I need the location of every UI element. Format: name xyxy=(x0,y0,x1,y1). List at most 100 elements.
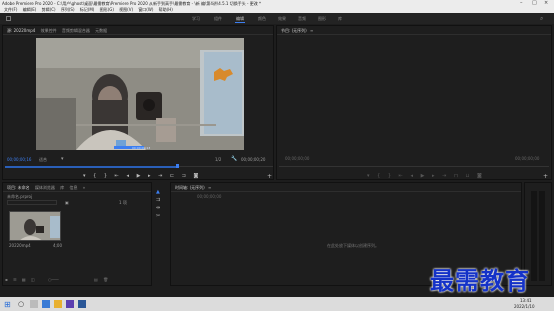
selection-tool-icon[interactable]: ▲ xyxy=(156,188,160,196)
icon-view-icon[interactable]: ▦ xyxy=(22,277,26,282)
source-playhead-timecode[interactable]: 00;00;00;16 xyxy=(7,157,31,162)
program-timecode[interactable]: 00;00;00;00 xyxy=(285,156,309,161)
tab-info[interactable]: 信息 xyxy=(69,185,77,190)
insert-icon[interactable]: ⊏ xyxy=(170,173,174,179)
tab-media-browser[interactable]: 媒体浏览器 xyxy=(35,185,55,190)
tools-panel: ▲ ⇉ ⇹ ✂ xyxy=(154,182,168,286)
menu-clip[interactable]: 剪辑(C) xyxy=(42,7,56,12)
resolution-dropdown[interactable]: 1/2 xyxy=(215,157,221,162)
program-add-marker-icon[interactable]: ▾ xyxy=(367,173,370,179)
program-add-button-icon[interactable]: + xyxy=(543,173,548,180)
program-mark-out-icon[interactable]: } xyxy=(388,173,391,179)
program-transport-controls: ▾ { } ⇤ ◂ ▶ ▸ ⇥ ⊓ ⊔ ◙ xyxy=(367,173,487,179)
zoom-fit-dropdown[interactable]: 适合 xyxy=(39,157,47,163)
workspace-audio[interactable]: 音频 xyxy=(298,13,306,24)
menu-window[interactable]: 窗口(W) xyxy=(138,7,153,12)
menu-sequence[interactable]: 序列(S) xyxy=(61,7,75,12)
project-clip-thumbnail[interactable] xyxy=(9,211,61,241)
razor-tool-icon[interactable]: ✂ xyxy=(156,212,160,220)
clip-duration: 4;00 xyxy=(53,243,62,248)
tab-timeline[interactable]: 时间轴: (无序列) xyxy=(175,185,205,190)
source-time-ruler[interactable] xyxy=(5,164,273,170)
go-to-out-icon[interactable]: ⇥ xyxy=(158,173,162,179)
tab-project[interactable]: 项目: 未命名 xyxy=(7,185,30,190)
menu-edit[interactable]: 编辑(E) xyxy=(23,7,37,12)
taskbar: ⊞ ○ 13:41 2022/1/10 xyxy=(0,297,554,311)
track-select-tool-icon[interactable]: ⇉ xyxy=(156,196,160,204)
new-bin-icon[interactable]: ▣ xyxy=(65,200,69,205)
minimize-icon[interactable]: – xyxy=(520,0,523,7)
workspace-graphics[interactable]: 图形 xyxy=(318,13,326,24)
program-step-back-icon[interactable]: ◂ xyxy=(410,173,413,179)
taskbar-search-icon[interactable]: ○ xyxy=(18,300,26,308)
tab-source[interactable]: 源: 20220mp4 xyxy=(7,28,35,33)
source-playhead[interactable] xyxy=(176,164,179,168)
workspace-effects[interactable]: 效果 xyxy=(278,13,286,24)
zoom-slider[interactable]: ○─── xyxy=(48,277,59,282)
project-search-input[interactable] xyxy=(7,200,57,205)
ripple-edit-tool-icon[interactable]: ⇹ xyxy=(156,204,160,212)
program-menu-icon[interactable]: ≡ xyxy=(310,28,313,33)
workspace-editing[interactable]: 编辑 xyxy=(235,13,245,24)
tab-metadata[interactable]: 元数据 xyxy=(95,28,107,33)
close-icon[interactable]: × xyxy=(544,0,548,7)
wrench-icon[interactable]: 🔧 xyxy=(231,156,237,162)
mark-out-icon[interactable]: } xyxy=(104,173,107,179)
premiere-icon[interactable] xyxy=(66,300,74,308)
timeline-empty-message[interactable]: 在此处放下媒体以创建序列。 xyxy=(327,243,379,249)
menu-graphics[interactable]: 图形(G) xyxy=(100,7,114,12)
go-to-in-icon[interactable]: ⇤ xyxy=(115,173,119,179)
watermark-text: 最需教育 xyxy=(430,266,530,295)
menu-help[interactable]: 帮助(H) xyxy=(159,7,173,12)
lift-icon[interactable]: ⊓ xyxy=(454,173,458,179)
program-time-ruler[interactable] xyxy=(279,166,549,167)
list-view-icon[interactable]: ☰ xyxy=(13,277,17,282)
file-explorer-icon[interactable] xyxy=(54,300,62,308)
video-image xyxy=(36,38,244,150)
program-go-to-out-icon[interactable]: ⇥ xyxy=(442,173,446,179)
program-go-to-in-icon[interactable]: ⇤ xyxy=(399,173,403,179)
tab-program[interactable]: 节目: (无序列) xyxy=(281,28,307,33)
maximize-icon[interactable]: □ xyxy=(532,0,537,7)
timeline-menu-icon[interactable]: ≡ xyxy=(208,185,211,190)
menu-view[interactable]: 视图(V) xyxy=(119,7,133,12)
program-step-forward-icon[interactable]: ▸ xyxy=(432,173,435,179)
fit-chevron-icon[interactable]: ▾ xyxy=(61,156,64,162)
source-add-button-icon[interactable]: + xyxy=(267,173,272,180)
program-mark-in-icon[interactable]: { xyxy=(377,173,380,179)
mark-in-icon[interactable]: { xyxy=(93,173,96,179)
windows-start-icon[interactable]: ⊞ xyxy=(4,300,12,309)
word-icon[interactable] xyxy=(78,300,86,308)
workspace-assembly[interactable]: 组件 xyxy=(214,13,222,24)
tab-libraries[interactable]: 库 xyxy=(60,185,64,190)
new-item-icon[interactable]: ▤ xyxy=(94,277,98,282)
tab-audio-clip-mixer[interactable]: 音频剪辑混合器 xyxy=(62,28,90,33)
home-icon[interactable] xyxy=(6,16,11,21)
project-tabs: 项目: 未命名 媒体浏览器 库 信息 » xyxy=(3,183,151,192)
play-icon[interactable]: ▶ xyxy=(137,173,141,179)
program-play-icon[interactable]: ▶ xyxy=(421,173,425,179)
lock-icon[interactable]: ▪ xyxy=(5,277,8,282)
search-icon[interactable]: ⌕ xyxy=(540,15,543,23)
task-view-icon[interactable] xyxy=(30,300,38,308)
freeform-view-icon[interactable]: ◫ xyxy=(31,277,35,282)
menu-file[interactable]: 文件(F) xyxy=(4,7,17,12)
menu-markers[interactable]: 标记(M) xyxy=(80,7,95,12)
workspace-color[interactable]: 颜色 xyxy=(258,13,266,24)
trash-icon[interactable]: 🗑 xyxy=(103,277,108,282)
source-video-frame[interactable]: 00;00;00;13 xyxy=(36,38,244,150)
clock-date: 2022/1/10 xyxy=(514,304,535,309)
timeline-timecode[interactable]: 00;00;00;00 xyxy=(197,194,221,199)
tab-effect-controls[interactable]: 效果控件 xyxy=(41,28,57,33)
add-marker-icon[interactable]: ▾ xyxy=(83,173,86,179)
edge-icon[interactable] xyxy=(42,300,50,308)
export-frame-icon[interactable]: ◙ xyxy=(194,173,199,179)
project-more-icon[interactable]: » xyxy=(83,185,85,190)
extract-icon[interactable]: ⊔ xyxy=(465,173,469,179)
overwrite-icon[interactable]: ⊐ xyxy=(182,173,186,179)
step-back-icon[interactable]: ◂ xyxy=(126,173,129,179)
program-export-frame-icon[interactable]: ◙ xyxy=(477,173,482,179)
workspace-libraries[interactable]: 库 xyxy=(338,13,342,24)
step-forward-icon[interactable]: ▸ xyxy=(148,173,151,179)
workspace-learning[interactable]: 学习 xyxy=(192,13,200,24)
